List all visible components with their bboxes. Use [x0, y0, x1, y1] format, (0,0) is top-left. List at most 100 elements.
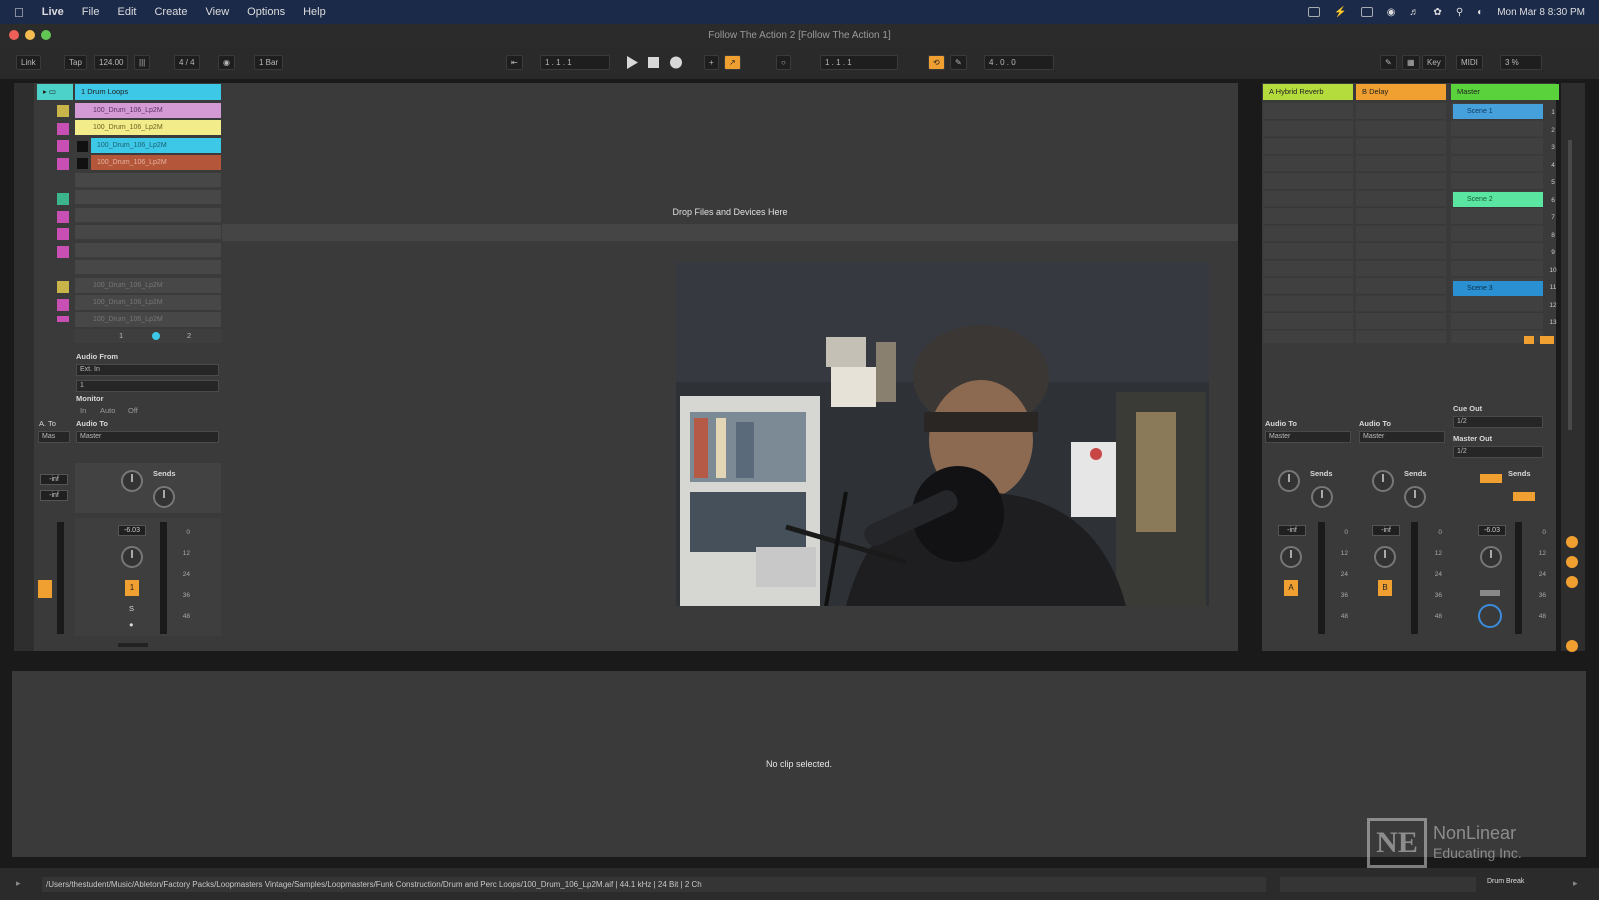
master-volume[interactable]: -6.03 — [1478, 525, 1506, 536]
return-a-audio-to-select[interactable]: Master — [1265, 431, 1351, 443]
menu-create[interactable]: Create — [154, 6, 187, 18]
arm-button[interactable]: ● — [129, 620, 134, 629]
menu-help[interactable]: Help — [303, 6, 326, 18]
bluetooth-icon[interactable]: ✿ — [1433, 7, 1441, 18]
return-b-audio-to-select[interactable]: Master — [1359, 431, 1445, 443]
status-extension-icon[interactable] — [1308, 7, 1321, 17]
empty-clip-slot[interactable] — [75, 243, 221, 258]
mixer-toggle-icon[interactable] — [1566, 576, 1578, 588]
preview-volume-knob[interactable] — [1478, 604, 1502, 628]
master-cue-volume[interactable] — [1480, 590, 1500, 596]
menu-file[interactable]: File — [82, 6, 100, 18]
automation-arm-button[interactable]: ↗ — [724, 55, 741, 70]
clip-slot[interactable]: 100_Drum_106_Lp2M — [91, 138, 221, 153]
return-b-activator[interactable]: B — [1378, 580, 1392, 596]
tempo-field[interactable]: 124.00 — [94, 55, 129, 70]
track-header-drum-loops[interactable]: 1 Drum Loops — [75, 84, 221, 100]
key-map-button[interactable]: Key — [1422, 55, 1446, 70]
return-a-activator[interactable]: A — [1284, 580, 1298, 596]
return-a-pan-knob[interactable] — [1280, 546, 1302, 568]
return-b-pan-knob[interactable] — [1374, 546, 1396, 568]
wifi-icon[interactable]: ◉ — [1387, 7, 1396, 18]
draw-mode-button[interactable]: ✎ — [950, 55, 967, 70]
left-volume-b[interactable]: -inf — [40, 490, 68, 501]
loop-length-field[interactable]: 4 . 0 . 0 — [984, 55, 1054, 70]
overdub-button[interactable]: + — [704, 55, 719, 70]
loop-start-field[interactable]: 1 . 1 . 1 — [820, 55, 898, 70]
expand-info-icon[interactable]: ▸ — [16, 878, 21, 889]
menu-edit[interactable]: Edit — [118, 6, 137, 18]
sends-toggle-icon[interactable] — [1566, 556, 1578, 568]
master-pan-knob[interactable] — [1480, 546, 1502, 568]
left-volume-a[interactable]: -inf — [40, 474, 68, 485]
clip-slot-playing[interactable]: 100_Drum_106_Lp2M — [75, 120, 221, 135]
pan-knob[interactable] — [121, 546, 143, 568]
monitor-in-button[interactable]: In — [80, 406, 86, 415]
capture-midi-button[interactable]: ○ — [776, 55, 791, 70]
time-signature-field[interactable]: 4 / 4 — [174, 55, 200, 70]
minimize-window-button[interactable] — [25, 30, 35, 40]
metronome-button[interactable]: ◉ — [218, 55, 235, 70]
clip-slot[interactable]: 100_Drum_106_Lp2M — [75, 103, 221, 118]
computer-keyboard-icon[interactable]: ▦ — [1402, 55, 1420, 70]
inactive-clip[interactable]: 100_Drum_106_Lp2M — [75, 312, 221, 327]
track-resize-handle[interactable] — [118, 643, 148, 647]
clip-stop-button[interactable] — [77, 158, 88, 169]
play-button[interactable] — [624, 55, 640, 70]
return-b-send-b-knob[interactable] — [1404, 486, 1426, 508]
detail-toggle-icon[interactable]: ▸ — [1573, 878, 1578, 889]
arrangement-position-field[interactable]: 1 . 1 . 1 — [540, 55, 610, 70]
stop-all-clips-button[interactable] — [1524, 336, 1534, 344]
close-window-button[interactable] — [9, 30, 19, 40]
input-channel-select[interactable]: 1 — [76, 380, 219, 392]
send-b-knob[interactable] — [153, 486, 175, 508]
monitor-auto-button[interactable]: Auto — [100, 406, 115, 415]
record-button[interactable] — [668, 55, 684, 70]
clip-stop-button[interactable] — [77, 141, 88, 152]
audio-to-select[interactable]: Master — [76, 431, 219, 443]
key-map-icon[interactable]: ✎ — [1380, 55, 1397, 70]
quantize-select[interactable]: 1 Bar — [254, 55, 284, 70]
menubar-clock[interactable]: Mon Mar 8 8:30 PM — [1497, 7, 1585, 18]
volume-value[interactable]: -6.03 — [118, 525, 146, 536]
audio-from-select[interactable]: Ext. In — [76, 364, 219, 376]
return-a-send-b-knob[interactable] — [1311, 486, 1333, 508]
loop-switch-button[interactable]: ⟲ — [928, 55, 945, 70]
lightning-icon[interactable]: ⚡ — [1334, 7, 1346, 18]
return-b-volume[interactable]: -inf — [1372, 525, 1400, 536]
scene-launch-2[interactable]: Scene 2 — [1453, 192, 1543, 207]
empty-clip-slot[interactable] — [75, 208, 221, 223]
volume-icon[interactable]: ♬ — [1409, 7, 1419, 18]
mini-track-header[interactable]: ▸ ▭ — [37, 84, 73, 100]
return-a-volume[interactable]: -inf — [1278, 525, 1306, 536]
empty-clip-slot[interactable] — [75, 225, 221, 240]
track-activator-button[interactable]: 1 — [125, 580, 139, 596]
monitor-off-button[interactable]: Off — [128, 406, 138, 415]
io-toggle-icon[interactable] — [1566, 536, 1578, 548]
clip-slot[interactable]: 100_Drum_106_Lp2M — [91, 155, 221, 170]
empty-clip-slot[interactable] — [75, 260, 221, 275]
selected-track-name[interactable]: Drum Break — [1487, 878, 1524, 885]
follow-button[interactable]: ⇤ — [506, 55, 523, 70]
menu-live[interactable]: Live — [42, 6, 64, 18]
empty-clip-slot[interactable] — [75, 173, 221, 188]
inactive-clip[interactable]: 100_Drum_106_Lp2M — [75, 295, 221, 310]
zoom-window-button[interactable] — [41, 30, 51, 40]
inactive-clip[interactable]: 100_Drum_106_Lp2M — [75, 278, 221, 293]
menu-options[interactable]: Options — [247, 6, 285, 18]
cue-out-select[interactable]: 1/2 — [1453, 416, 1543, 428]
solo-button[interactable]: S — [129, 604, 134, 613]
display-icon[interactable] — [1360, 7, 1373, 17]
master-out-select[interactable]: 1/2 — [1453, 446, 1543, 458]
scene-launch-1[interactable]: Scene 1 — [1453, 104, 1543, 119]
link-button[interactable]: Link — [16, 55, 41, 70]
stop-button[interactable] — [646, 55, 662, 70]
track-header-delay[interactable]: B Delay — [1356, 84, 1446, 100]
empty-clip-slot[interactable] — [75, 190, 221, 205]
track-header-master[interactable]: Master — [1451, 84, 1559, 100]
return-b-send-a-knob[interactable] — [1372, 470, 1394, 492]
control-center-icon[interactable]: ◐ — [1477, 7, 1483, 18]
track-header-hybrid-reverb[interactable]: A Hybrid Reverb — [1263, 84, 1353, 100]
vertical-scrollbar[interactable] — [1568, 140, 1572, 430]
crossfader-toggle-icon[interactable] — [1566, 640, 1578, 652]
